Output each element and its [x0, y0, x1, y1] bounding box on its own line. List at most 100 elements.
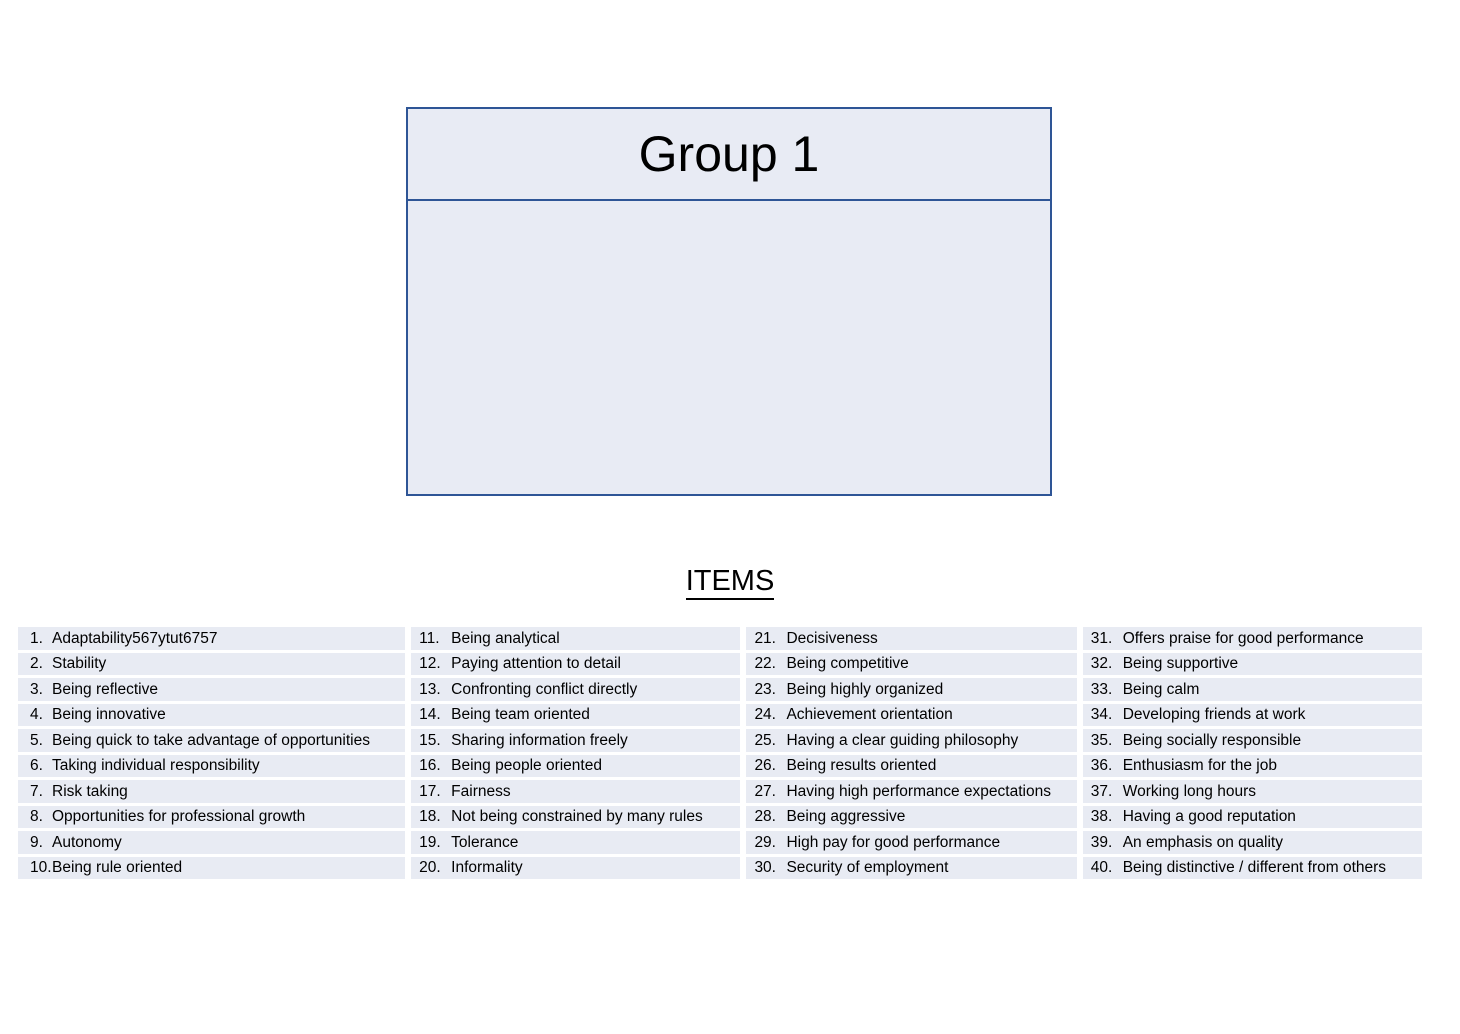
item-row[interactable]: 15. Sharing information freely: [411, 729, 741, 752]
item-label: Informality: [451, 859, 523, 876]
item-row[interactable]: 36. Enthusiasm for the job: [1082, 754, 1422, 777]
item-number: 17.: [419, 782, 441, 800]
item-number: 27.: [754, 782, 776, 800]
item-label: Being competitive: [786, 655, 909, 672]
item-number: 39.: [1090, 833, 1113, 851]
item-number: 36.: [1090, 757, 1113, 774]
item-row[interactable]: 13. Confronting conflict directly: [411, 678, 741, 701]
items-heading: ITEMS: [0, 565, 1460, 600]
item-label: Fairness: [451, 782, 511, 800]
item-row[interactable]: 27. Having high performance expectations: [746, 780, 1077, 803]
item-label: Not being constrained by many rules: [451, 808, 703, 825]
group-drop-box[interactable]: Group 1: [406, 107, 1052, 496]
item-row[interactable]: 32. Being supportive: [1082, 652, 1422, 675]
item-number: 13.: [419, 680, 441, 698]
item-number: 22.: [754, 655, 776, 672]
item-label: Working long hours: [1122, 782, 1256, 800]
item-row[interactable]: 34. Developing friends at work: [1082, 703, 1422, 726]
item-number: 31.: [1090, 629, 1113, 647]
item-row[interactable]: 2. Stability: [18, 652, 406, 675]
item-number: 24.: [754, 706, 776, 723]
item-number: 8.: [30, 808, 43, 825]
item-row[interactable]: 14. Being team oriented: [411, 703, 741, 726]
item-number: 20.: [419, 859, 441, 876]
item-number: 5.: [30, 731, 43, 749]
item-label: Decisiveness: [786, 629, 878, 647]
item-number: 7.: [30, 782, 43, 800]
item-number: 38.: [1090, 808, 1113, 825]
item-label: An emphasis on quality: [1122, 833, 1283, 851]
item-label: Risk taking: [52, 782, 128, 800]
item-label: Being aggressive: [786, 808, 906, 825]
item-row[interactable]: 4. Being innovative: [18, 703, 406, 726]
item-row[interactable]: 21. Decisiveness: [746, 627, 1077, 650]
item-label: Being analytical: [451, 629, 560, 647]
items-column-1: 1. Adaptability567ytut6757 2. Stability 3. Be…: [18, 627, 406, 879]
group-drop-area[interactable]: [408, 201, 1050, 494]
item-row[interactable]: 11. Being analytical: [411, 627, 741, 650]
item-label: High pay for good performance: [786, 833, 1001, 851]
item-row[interactable]: 5. Being quick to take advantage of oppor…: [18, 729, 406, 752]
item-row[interactable]: 40. Being distinctive / different from ot…: [1082, 856, 1422, 879]
item-row[interactable]: 16. Being people oriented: [411, 754, 741, 777]
group-title: Group 1: [638, 126, 820, 182]
item-label: Paying attention to detail: [451, 655, 621, 672]
item-label: Being supportive: [1122, 655, 1239, 672]
item-label: Confronting conflict directly: [451, 680, 638, 698]
item-label: Being results oriented: [786, 757, 937, 774]
item-row[interactable]: 3. Being reflective: [18, 678, 406, 701]
item-number: 32.: [1090, 655, 1113, 672]
item-row[interactable]: 39. An emphasis on quality: [1082, 831, 1422, 854]
item-label: Being innovative: [52, 706, 166, 723]
item-label: Being quick to take advantage of opportu…: [52, 731, 370, 749]
item-label: Stability: [52, 655, 107, 672]
item-row[interactable]: 20. Informality: [411, 856, 741, 879]
item-row[interactable]: 23. Being highly organized: [746, 678, 1077, 701]
item-row[interactable]: 6. Taking individual responsibility: [18, 754, 406, 777]
item-label: Security of employment: [786, 859, 949, 876]
item-label: Having high performance expectations: [786, 782, 1051, 800]
item-row[interactable]: 9. Autonomy: [18, 831, 406, 854]
item-row[interactable]: 30. Security of employment: [746, 856, 1077, 879]
item-number: 25.: [754, 731, 776, 749]
item-row[interactable]: 12. Paying attention to detail: [411, 652, 741, 675]
item-row[interactable]: 26. Being results oriented: [746, 754, 1077, 777]
item-row[interactable]: 31. Offers praise for good performance: [1082, 627, 1422, 650]
group-box-header: Group 1: [408, 109, 1050, 201]
items-column-4: 31. Offers praise for good performance 32.…: [1082, 627, 1422, 879]
item-row[interactable]: 25. Having a clear guiding philosophy: [746, 729, 1077, 752]
item-number: 15.: [419, 731, 441, 749]
item-number: 14.: [419, 706, 441, 723]
item-number: 33.: [1090, 680, 1113, 698]
item-number: 23.: [754, 680, 776, 698]
items-column-3: 21. Decisiveness 22. Being competitive 23. Be…: [746, 627, 1077, 879]
item-number: 26.: [754, 757, 776, 774]
item-row[interactable]: 19. Tolerance: [411, 831, 741, 854]
item-row[interactable]: 37. Working long hours: [1082, 780, 1422, 803]
item-number: 30.: [754, 859, 776, 876]
item-row[interactable]: 7. Risk taking: [18, 780, 406, 803]
item-row[interactable]: 28. Being aggressive: [746, 805, 1077, 828]
item-row[interactable]: 8. Opportunities for professional growth: [18, 805, 406, 828]
item-number: 29.: [754, 833, 776, 851]
item-number: 3.: [30, 680, 43, 698]
item-label: Achievement orientation: [786, 706, 953, 723]
item-row[interactable]: 35. Being socially responsible: [1082, 729, 1422, 752]
item-row[interactable]: 10. Being rule oriented: [18, 856, 406, 879]
item-row[interactable]: 24. Achievement orientation: [746, 703, 1077, 726]
item-number: 4.: [30, 706, 43, 723]
item-row[interactable]: 33. Being calm: [1082, 678, 1422, 701]
item-label: Enthusiasm for the job: [1122, 757, 1277, 774]
item-row[interactable]: 29. High pay for good performance: [746, 831, 1077, 854]
item-row[interactable]: 17. Fairness: [411, 780, 741, 803]
item-row[interactable]: 38. Having a good reputation: [1082, 805, 1422, 828]
items-heading-label: ITEMS: [685, 565, 775, 600]
item-label: Autonomy: [52, 833, 122, 851]
item-row[interactable]: 1. Adaptability567ytut6757: [18, 627, 406, 650]
item-label: Developing friends at work: [1122, 706, 1306, 723]
item-row[interactable]: 22. Being competitive: [746, 652, 1077, 675]
item-row[interactable]: 18. Not being constrained by many rules: [411, 805, 741, 828]
item-label: Being reflective: [52, 680, 158, 698]
item-label: Being highly organized: [786, 680, 944, 698]
item-number: 6.: [30, 757, 43, 774]
